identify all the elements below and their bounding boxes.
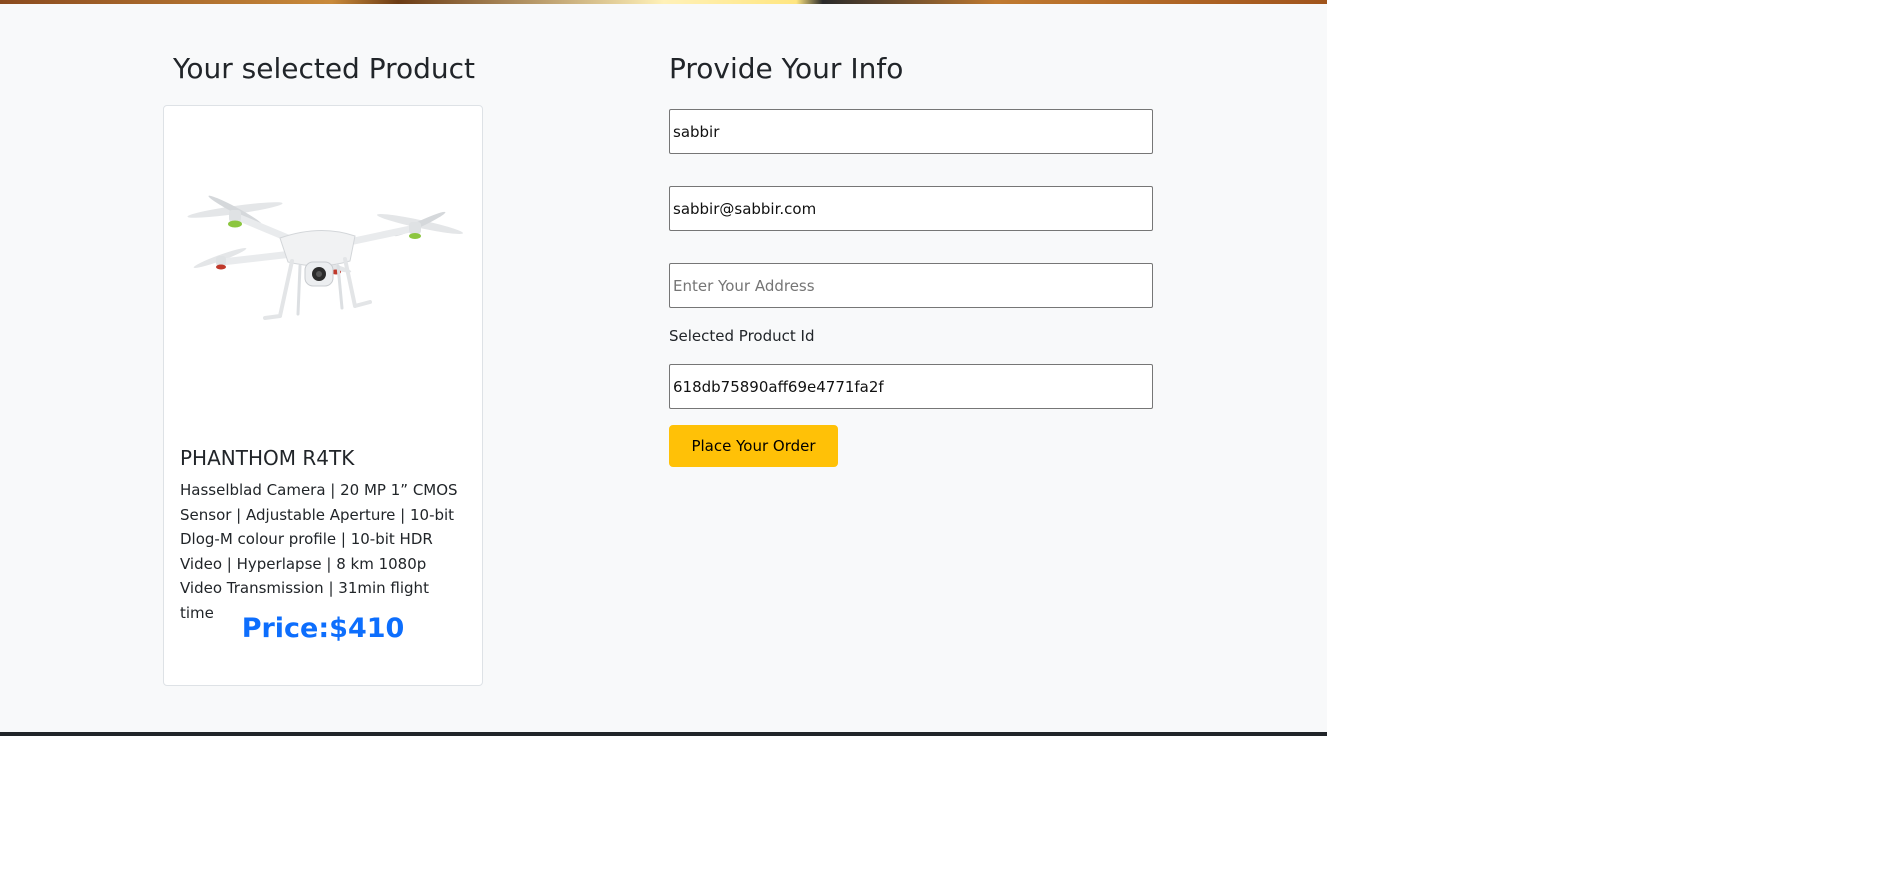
info-section-title: Provide Your Info <box>669 52 904 85</box>
product-section-title: Your selected Product <box>172 52 476 85</box>
address-input[interactable] <box>669 263 1153 308</box>
product-id-label: Selected Product Id <box>669 327 815 345</box>
product-id-input[interactable] <box>669 364 1153 409</box>
product-name: PHANTHOM R4TK <box>180 446 355 470</box>
footer-divider <box>0 732 1327 736</box>
name-input[interactable] <box>669 109 1153 154</box>
drone-image <box>187 195 464 320</box>
product-card: PHANTHOM R4TK Hasselblad Camera | 20 MP … <box>163 105 483 686</box>
product-description: Hasselblad Camera | 20 MP 1” CMOS Sensor… <box>180 481 458 622</box>
product-price: Price:$410 <box>241 613 405 644</box>
email-input[interactable] <box>669 186 1153 231</box>
place-order-button[interactable]: Place Your Order <box>669 425 838 467</box>
